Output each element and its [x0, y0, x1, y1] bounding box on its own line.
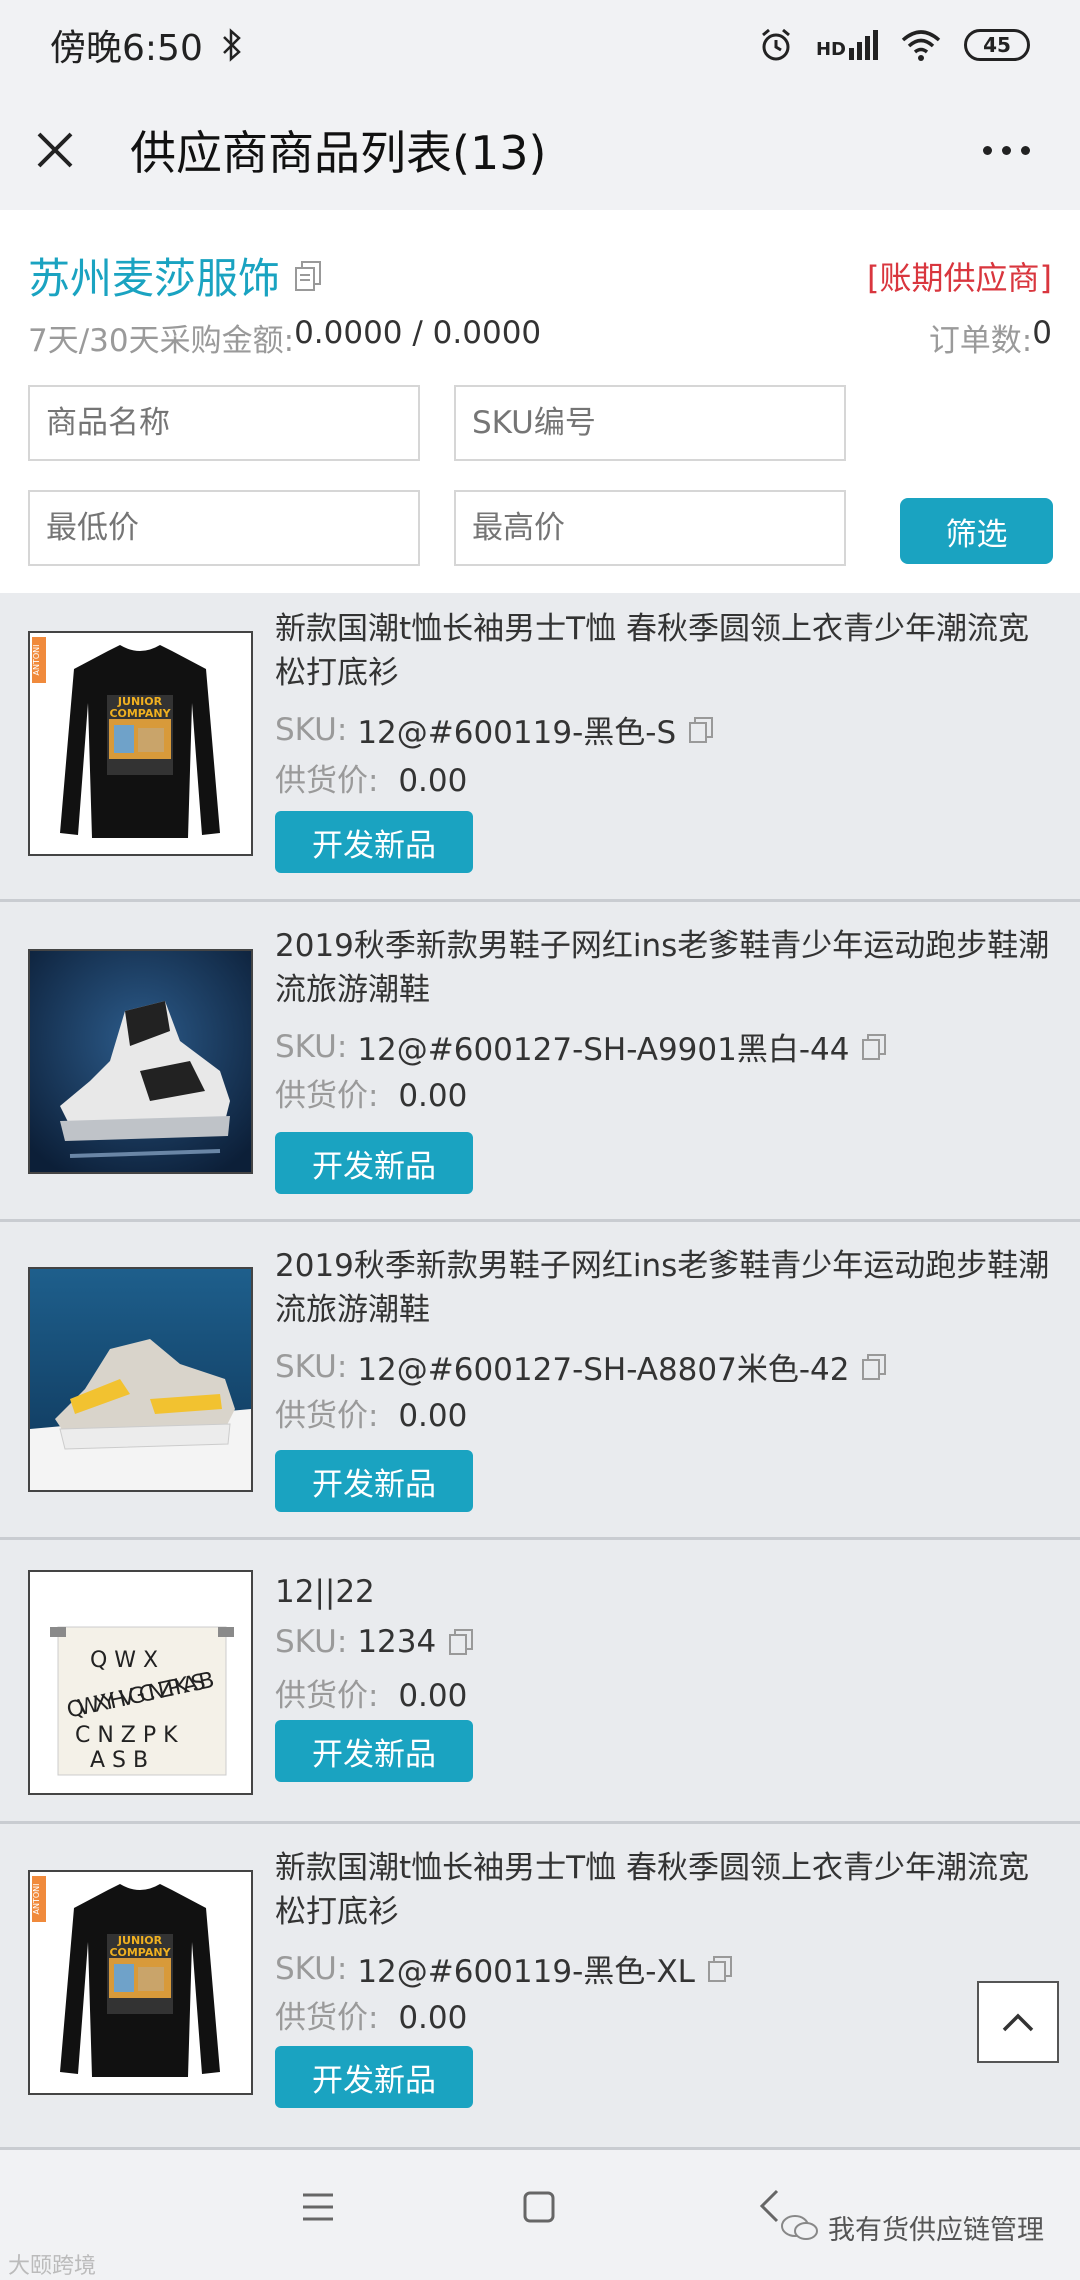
status-time: 傍晚6:50: [50, 28, 203, 69]
develop-new-product-button[interactable]: 开发新品: [275, 811, 473, 873]
watermark-left: 大颐跨境: [8, 2254, 97, 2279]
battery-icon: 45: [964, 29, 1030, 61]
tshirt-image: ANTONI JUNIOR COMPANY: [30, 633, 251, 854]
develop-new-product-button[interactable]: 开发新品: [275, 1132, 473, 1194]
list-item[interactable]: ANTONI JUNIOR COMPANY 新款国潮t恤长袖男士T恤 春秋季圆领…: [0, 593, 1080, 902]
product-name: 2019秋季新款男鞋子网红ins老爹鞋青少年运动跑步鞋潮流旅游潮鞋: [275, 928, 1050, 1008]
alarm-icon: [762, 28, 790, 61]
product-price: 供货价: 0.00: [275, 763, 468, 799]
product-name-input[interactable]: [28, 385, 420, 461]
home-icon[interactable]: [522, 2190, 556, 2224]
svg-text:Q W X: Q W X: [90, 1648, 158, 1673]
sneaker-image: [30, 951, 251, 1172]
supplier-type-badge: [账期供应商]: [867, 258, 1052, 297]
product-image-tshirt[interactable]: ANTONI JUNIOR COMPANY: [28, 631, 253, 856]
max-price-input[interactable]: [454, 490, 846, 566]
watermark-right: 我有货供应链管理: [780, 2208, 1044, 2247]
copy-icon[interactable]: [707, 1955, 733, 1983]
product-sku: SKU: 1234: [275, 1624, 474, 1660]
more-dot-icon: [1021, 145, 1030, 155]
product-name: 2019秋季新款男鞋子网红ins老爹鞋青少年运动跑步鞋潮流旅游潮鞋: [275, 1248, 1050, 1328]
svg-text:A S B: A S B: [90, 1748, 148, 1773]
close-icon: [37, 132, 73, 168]
svg-text:COMPANY: COMPANY: [109, 1946, 171, 1959]
develop-new-product-button[interactable]: 开发新品: [275, 1720, 473, 1782]
menu-icon[interactable]: [300, 2190, 336, 2224]
product-image-storage-bag[interactable]: Q W X Y H V G C N Z P K A S B Q W X C N …: [28, 1570, 253, 1795]
copy-icon[interactable]: [861, 1353, 887, 1381]
supplier-name[interactable]: 苏州麦莎服饰: [28, 245, 280, 306]
product-sku: SKU: 12@#600127-SH-A9901黑白-44: [275, 1024, 887, 1069]
product-price: 供货价: 0.00: [275, 2000, 468, 2036]
back-icon[interactable]: [757, 2188, 781, 2224]
list-item[interactable]: 2019秋季新款男鞋子网红ins老爹鞋青少年运动跑步鞋潮流旅游潮鞋 SKU: 1…: [0, 902, 1080, 1222]
sneaker-image: [30, 1269, 251, 1490]
back-to-top-button[interactable]: [977, 1981, 1059, 2063]
status-bar: 傍晚6:50 HD 45: [0, 0, 1080, 90]
svg-text:C N Z P K: C N Z P K: [75, 1723, 178, 1748]
product-name: 新款国潮t恤长袖男士T恤 春秋季圆领上衣青少年潮流宽松打底衫: [275, 611, 1029, 691]
order-count-label: 订单数:: [928, 323, 1033, 359]
signal-icon: HD: [816, 30, 878, 60]
list-item[interactable]: 2019秋季新款男鞋子网红ins老爹鞋青少年运动跑步鞋潮流旅游潮鞋 SKU: 1…: [0, 1222, 1080, 1540]
list-item[interactable]: Q W X Y H V G C N Z P K A S B Q W X C N …: [0, 1540, 1080, 1824]
page-title: 供应商商品列表(13): [130, 126, 547, 180]
more-menu-button[interactable]: [983, 145, 1030, 155]
bluetooth-icon: [222, 28, 241, 62]
product-name: 12||22: [275, 1574, 375, 1610]
svg-text:COMPANY: COMPANY: [109, 707, 171, 720]
chevron-up-icon: [1002, 2013, 1034, 2032]
sku-input[interactable]: [454, 385, 846, 461]
min-price-input[interactable]: [28, 490, 420, 566]
title-bar: 供应商商品列表(13): [0, 90, 1080, 210]
supplier-card: 苏州麦莎服饰 [账期供应商] 7天/30天采购金额: 0.0000 / 0.00…: [0, 210, 1080, 593]
copy-icon[interactable]: [688, 716, 714, 744]
product-sku: SKU: 12@#600119-黑色-S: [275, 707, 714, 752]
filter-button[interactable]: 筛选: [900, 498, 1053, 564]
tshirt-image: ANTONI JUNIOR COMPANY: [30, 1872, 251, 2093]
svg-text:ANTONI: ANTONI: [32, 645, 41, 676]
product-sku: SKU: 12@#600119-黑色-XL: [275, 1946, 733, 1991]
product-image-shoe-black[interactable]: [28, 949, 253, 1174]
wechat-icon: [781, 2214, 818, 2240]
copy-icon[interactable]: [294, 260, 322, 292]
product-price: 供货价: 0.00: [275, 1678, 468, 1714]
purchase-amount-label: 7天/30天采购金额:: [28, 323, 295, 359]
copy-icon[interactable]: [861, 1033, 887, 1061]
product-image-tshirt[interactable]: ANTONI JUNIOR COMPANY: [28, 1870, 253, 2095]
storage-bag-image: Q W X Y H V G C N Z P K A S B Q W X C N …: [30, 1572, 251, 1793]
product-price: 供货价: 0.00: [275, 1078, 468, 1114]
product-price: 供货价: 0.00: [275, 1398, 468, 1434]
product-name: 新款国潮t恤长袖男士T恤 春秋季圆领上衣青少年潮流宽松打底衫: [275, 1850, 1029, 1930]
close-button[interactable]: [30, 125, 80, 175]
product-image-shoe-beige[interactable]: [28, 1267, 253, 1492]
product-sku: SKU: 12@#600127-SH-A8807米色-42: [275, 1344, 887, 1389]
order-count-value: 0: [1032, 315, 1052, 351]
list-item[interactable]: ANTONI JUNIOR COMPANY 新款国潮t恤长袖男士T恤 春秋季圆领…: [0, 1824, 1080, 2150]
svg-text:ANTONI: ANTONI: [32, 1884, 41, 1915]
purchase-amount-value: 0.0000 / 0.0000: [294, 315, 542, 351]
more-dot-icon: [983, 145, 992, 155]
wifi-icon: [901, 30, 941, 61]
more-dot-icon: [1002, 145, 1011, 155]
develop-new-product-button[interactable]: 开发新品: [275, 2046, 473, 2108]
develop-new-product-button[interactable]: 开发新品: [275, 1450, 473, 1512]
copy-icon[interactable]: [448, 1628, 474, 1656]
